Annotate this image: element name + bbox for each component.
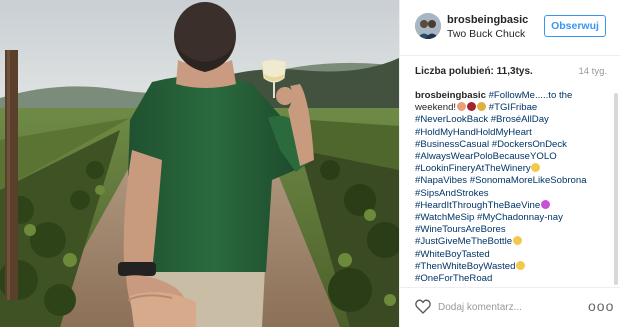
hashtag-link[interactable]: #SipsAndStrokes: [415, 188, 605, 200]
post-side-panel: brosbeingbasic Two Buck Chuck Obserwuj L…: [399, 0, 620, 327]
post-author-username[interactable]: brosbeingbasic: [447, 14, 528, 26]
vineyard-photo-illustration: [0, 0, 399, 327]
follow-button[interactable]: Obserwuj: [544, 15, 606, 37]
caption-line: brosbeingbasic #FollowMe.....to the: [415, 90, 605, 102]
hashtag-link[interactable]: #FollowMe.....to the: [489, 90, 573, 101]
wine-glass-emoji-icon: [466, 102, 476, 112]
post-footer: ooo: [400, 287, 620, 327]
caption-scrollbar[interactable]: [614, 93, 618, 285]
woman-emoji-icon: [456, 102, 466, 112]
hashtag-link[interactable]: #ThenWhiteBoyWasted: [415, 261, 515, 272]
post-header: brosbeingbasic Two Buck Chuck Obserwuj: [400, 0, 620, 56]
hashtag-link[interactable]: #HoldMyHandHoldMyHeart: [415, 127, 605, 139]
dizzy-face-emoji-icon: [515, 260, 525, 270]
avatar[interactable]: [415, 13, 441, 39]
hashtag-link[interactable]: #TGIFribae: [489, 102, 538, 113]
hashtag-link[interactable]: #NapaVibes #SonomaMoreLikeSobrona: [415, 175, 605, 187]
avatar-image: [415, 13, 441, 39]
party-popper-emoji-icon: [476, 102, 486, 112]
caption-text: weekend!: [415, 102, 457, 114]
hashtag-link[interactable]: #HeardItThroughTheBaeVine: [415, 200, 540, 211]
caption-line: weekend! #TGIFribae: [415, 102, 605, 114]
post-location[interactable]: Two Buck Chuck: [447, 28, 525, 40]
hashtag-link[interactable]: #JustGiveMeTheBottle: [415, 236, 512, 247]
more-options-icon[interactable]: ooo: [588, 299, 613, 315]
heart-outline-icon[interactable]: [415, 299, 431, 314]
kiss-emoji-icon: [540, 199, 550, 209]
post-photo: [0, 0, 399, 327]
comment-input[interactable]: [438, 299, 568, 315]
caption-line: #LookinFineryAtTheWinery: [415, 163, 605, 175]
hashtag-link[interactable]: #AlwaysWearPoloBecauseYOLO: [415, 151, 605, 163]
hashtag-link[interactable]: #WineToursAreBores: [415, 224, 605, 236]
hashtag-link[interactable]: #OneForTheRoad: [415, 273, 605, 285]
hashtag-link[interactable]: #LookinFineryAtTheWinery: [415, 163, 531, 174]
hashtag-link[interactable]: #WatchMeSip #MyChadonnay-nay: [415, 212, 605, 224]
grimace-emoji-icon: [512, 236, 522, 246]
hashtag-link[interactable]: #NeverLookBack #BroséAllDay: [415, 114, 605, 126]
post-caption: brosbeingbasic #FollowMe.....to the week…: [415, 90, 605, 286]
caption-line: #HeardItThroughTheBaeVine: [415, 199, 605, 212]
hashtag-link[interactable]: #BusinessCasual #DockersOnDeck: [415, 139, 605, 151]
post-stats: Liczba polubień: 11,3tys. 14 tyg.: [415, 66, 607, 80]
likes-count[interactable]: Liczba polubień: 11,3tys.: [415, 66, 533, 77]
caption-line: #ThenWhiteBoyWasted: [415, 260, 605, 273]
caption-line: #JustGiveMeTheBottle: [415, 236, 605, 248]
hashtag-link[interactable]: #WhiteBoyTasted: [415, 249, 605, 261]
caption-author[interactable]: brosbeingbasic: [415, 90, 486, 101]
post-time-ago[interactable]: 14 tyg.: [578, 66, 607, 77]
smirk-emoji-icon: [531, 163, 541, 173]
